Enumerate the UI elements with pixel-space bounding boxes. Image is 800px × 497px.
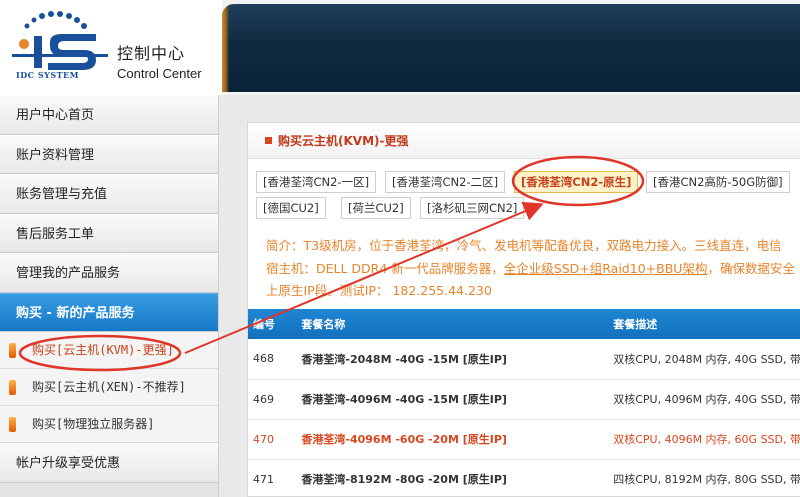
sidebar-subitem-buy-dedicated[interactable]: 购买[物理独立服务器] xyxy=(0,406,218,443)
sidebar-subitem-label: 购买[云主机(XEN)-不推荐] xyxy=(32,380,186,394)
sidebar-item-upgrade[interactable]: 帐户升级享受优惠 xyxy=(0,443,218,483)
top-banner-graphic xyxy=(222,4,800,92)
sidebar-item-account-profile[interactable]: 账户资料管理 xyxy=(0,134,218,174)
plans-table: 编号 套餐名称 套餐描述 468 香港荃湾-2048M -40G -15M [原… xyxy=(248,309,800,497)
plan-desc: 双核CPU, 4096M 内存, 40G SSD, 带 xyxy=(613,379,800,420)
plan-id: 468 xyxy=(248,339,302,380)
main-panel: 购买云主机(KVM)-更强 [香港荃湾CN2-一区] [香港荃湾CN2-二区] … xyxy=(247,122,800,497)
tab-netherlands-cu2[interactable]: [荷兰CU2] xyxy=(341,197,411,219)
sidebar-subitem-buy-xen[interactable]: 购买[云主机(XEN)-不推荐] xyxy=(0,369,218,406)
sidebar-subitem-buy-kvm[interactable]: 购买[云主机(KVM)-更强] xyxy=(0,332,218,369)
page-title: 购买云主机(KVM)-更强 xyxy=(248,123,800,159)
sidebar: 用户中心首页 账户资料管理 账务管理与充值 售后服务工单 管理我的产品服务 购买… xyxy=(0,95,219,497)
sidebar-subitem-label: 购买[物理独立服务器] xyxy=(32,417,155,431)
logo-idc-text: IDC SYSTEM xyxy=(16,70,80,80)
tab-germany-cu2[interactable]: [德国CU2] xyxy=(256,197,326,219)
plan-desc: 双核CPU, 4096M 内存, 60G SSD, 带 xyxy=(613,419,800,460)
sidebar-item-manage-products[interactable]: 管理我的产品服务 xyxy=(0,253,218,293)
sidebar-item-buy-new[interactable]: 购买 - 新的产品服务 xyxy=(0,292,218,332)
plan-desc: 双核CPU, 2048M 内存, 40G SSD, 带 xyxy=(613,339,800,380)
plan-id: 471 xyxy=(248,459,302,497)
intro-line-1: 简介：T3级机房，位于香港荃湾，冷气、发电机等配备优良，双路电力接入。三线直连，… xyxy=(266,238,782,253)
tab-la-cn2[interactable]: [洛杉矶三网CN2] xyxy=(420,197,525,219)
orange-bullet-icon xyxy=(9,343,16,358)
plan-id: 469 xyxy=(248,379,302,420)
intro-host-text: 宿主机：DELL DDR4 新一代品牌服务器， xyxy=(266,260,504,276)
intro-line-2: 宿主机：DELL DDR4 新一代品牌服务器，全企业级SSD+组Raid10+B… xyxy=(266,258,800,281)
tab-hk-cn2-ddos[interactable]: [香港CN2高防-50G防御] xyxy=(646,171,790,193)
top-banner xyxy=(222,0,800,95)
plan-name[interactable]: 香港荃湾-8192M -80G -20M [原生IP] xyxy=(301,459,614,497)
table-row[interactable]: 469 香港荃湾-4096M -40G -15M [原生IP] 双核CPU, 4… xyxy=(248,379,800,420)
table-row[interactable]: 468 香港荃湾-2048M -40G -15M [原生IP] 双核CPU, 2… xyxy=(248,339,800,380)
col-header-desc: 套餐描述 xyxy=(613,309,800,339)
table-row[interactable]: 470 香港荃湾-4096M -60G -20M [原生IP] 双核CPU, 4… xyxy=(248,419,800,460)
intro-line-3: 上原生IP段。测试IP： 182.255.44.230 xyxy=(266,283,492,298)
plan-name[interactable]: 香港荃湾-4096M -60G -20M [原生IP] xyxy=(301,419,614,460)
tab-hk-tsuen-wan-1[interactable]: [香港荃湾CN2-一区] xyxy=(256,171,377,193)
table-row[interactable]: 471 香港荃湾-8192M -80G -20M [原生IP] 四核CPU, 8… xyxy=(248,459,800,497)
orange-bullet-icon xyxy=(9,380,16,395)
sidebar-item-support-tickets[interactable]: 售后服务工单 xyxy=(0,213,218,253)
logo-area: IDC SYSTEM 控制中心 Control Center xyxy=(0,0,222,95)
product-intro: 简介：T3级机房，位于香港荃湾，冷气、发电机等配备优良，双路电力接入。三线直连，… xyxy=(266,235,800,303)
sidebar-item-billing[interactable]: 账务管理与充值 xyxy=(0,174,218,214)
logo-title-cn: 控制中心 xyxy=(117,44,186,63)
orange-bullet-icon xyxy=(9,417,16,432)
intro-storage-text: 全企业级SSD+组Raid10+BBU架构 xyxy=(503,260,708,276)
plan-name[interactable]: 香港荃湾-2048M -40G -15M [原生IP] xyxy=(301,339,614,380)
plan-name[interactable]: 香港荃湾-4096M -40G -15M [原生IP] xyxy=(301,379,614,420)
col-header-name: 套餐名称 xyxy=(301,309,614,339)
plan-id: 470 xyxy=(248,419,302,460)
logo-title-en: Control Center xyxy=(117,66,202,81)
intro-safety-text: ，确保数据安全 xyxy=(707,260,795,276)
tab-hk-tsuen-wan-2[interactable]: [香港荃湾CN2-二区] xyxy=(385,171,506,193)
tab-hk-tsuen-wan-native[interactable]: [香港荃湾CN2-原生] xyxy=(514,171,639,193)
sidebar-item-home[interactable]: 用户中心首页 xyxy=(0,95,218,135)
col-header-id: 编号 xyxy=(248,309,302,339)
sidebar-subitem-label: 购买[云主机(KVM)-更强] xyxy=(32,343,174,357)
plan-desc: 四核CPU, 8192M 内存, 80G SSD, 带 xyxy=(613,459,800,497)
table-header-row: 编号 套餐名称 套餐描述 xyxy=(248,309,800,339)
region-tabs: [香港荃湾CN2-一区] [香港荃湾CN2-二区] [香港荃湾CN2-原生] [… xyxy=(256,171,800,221)
